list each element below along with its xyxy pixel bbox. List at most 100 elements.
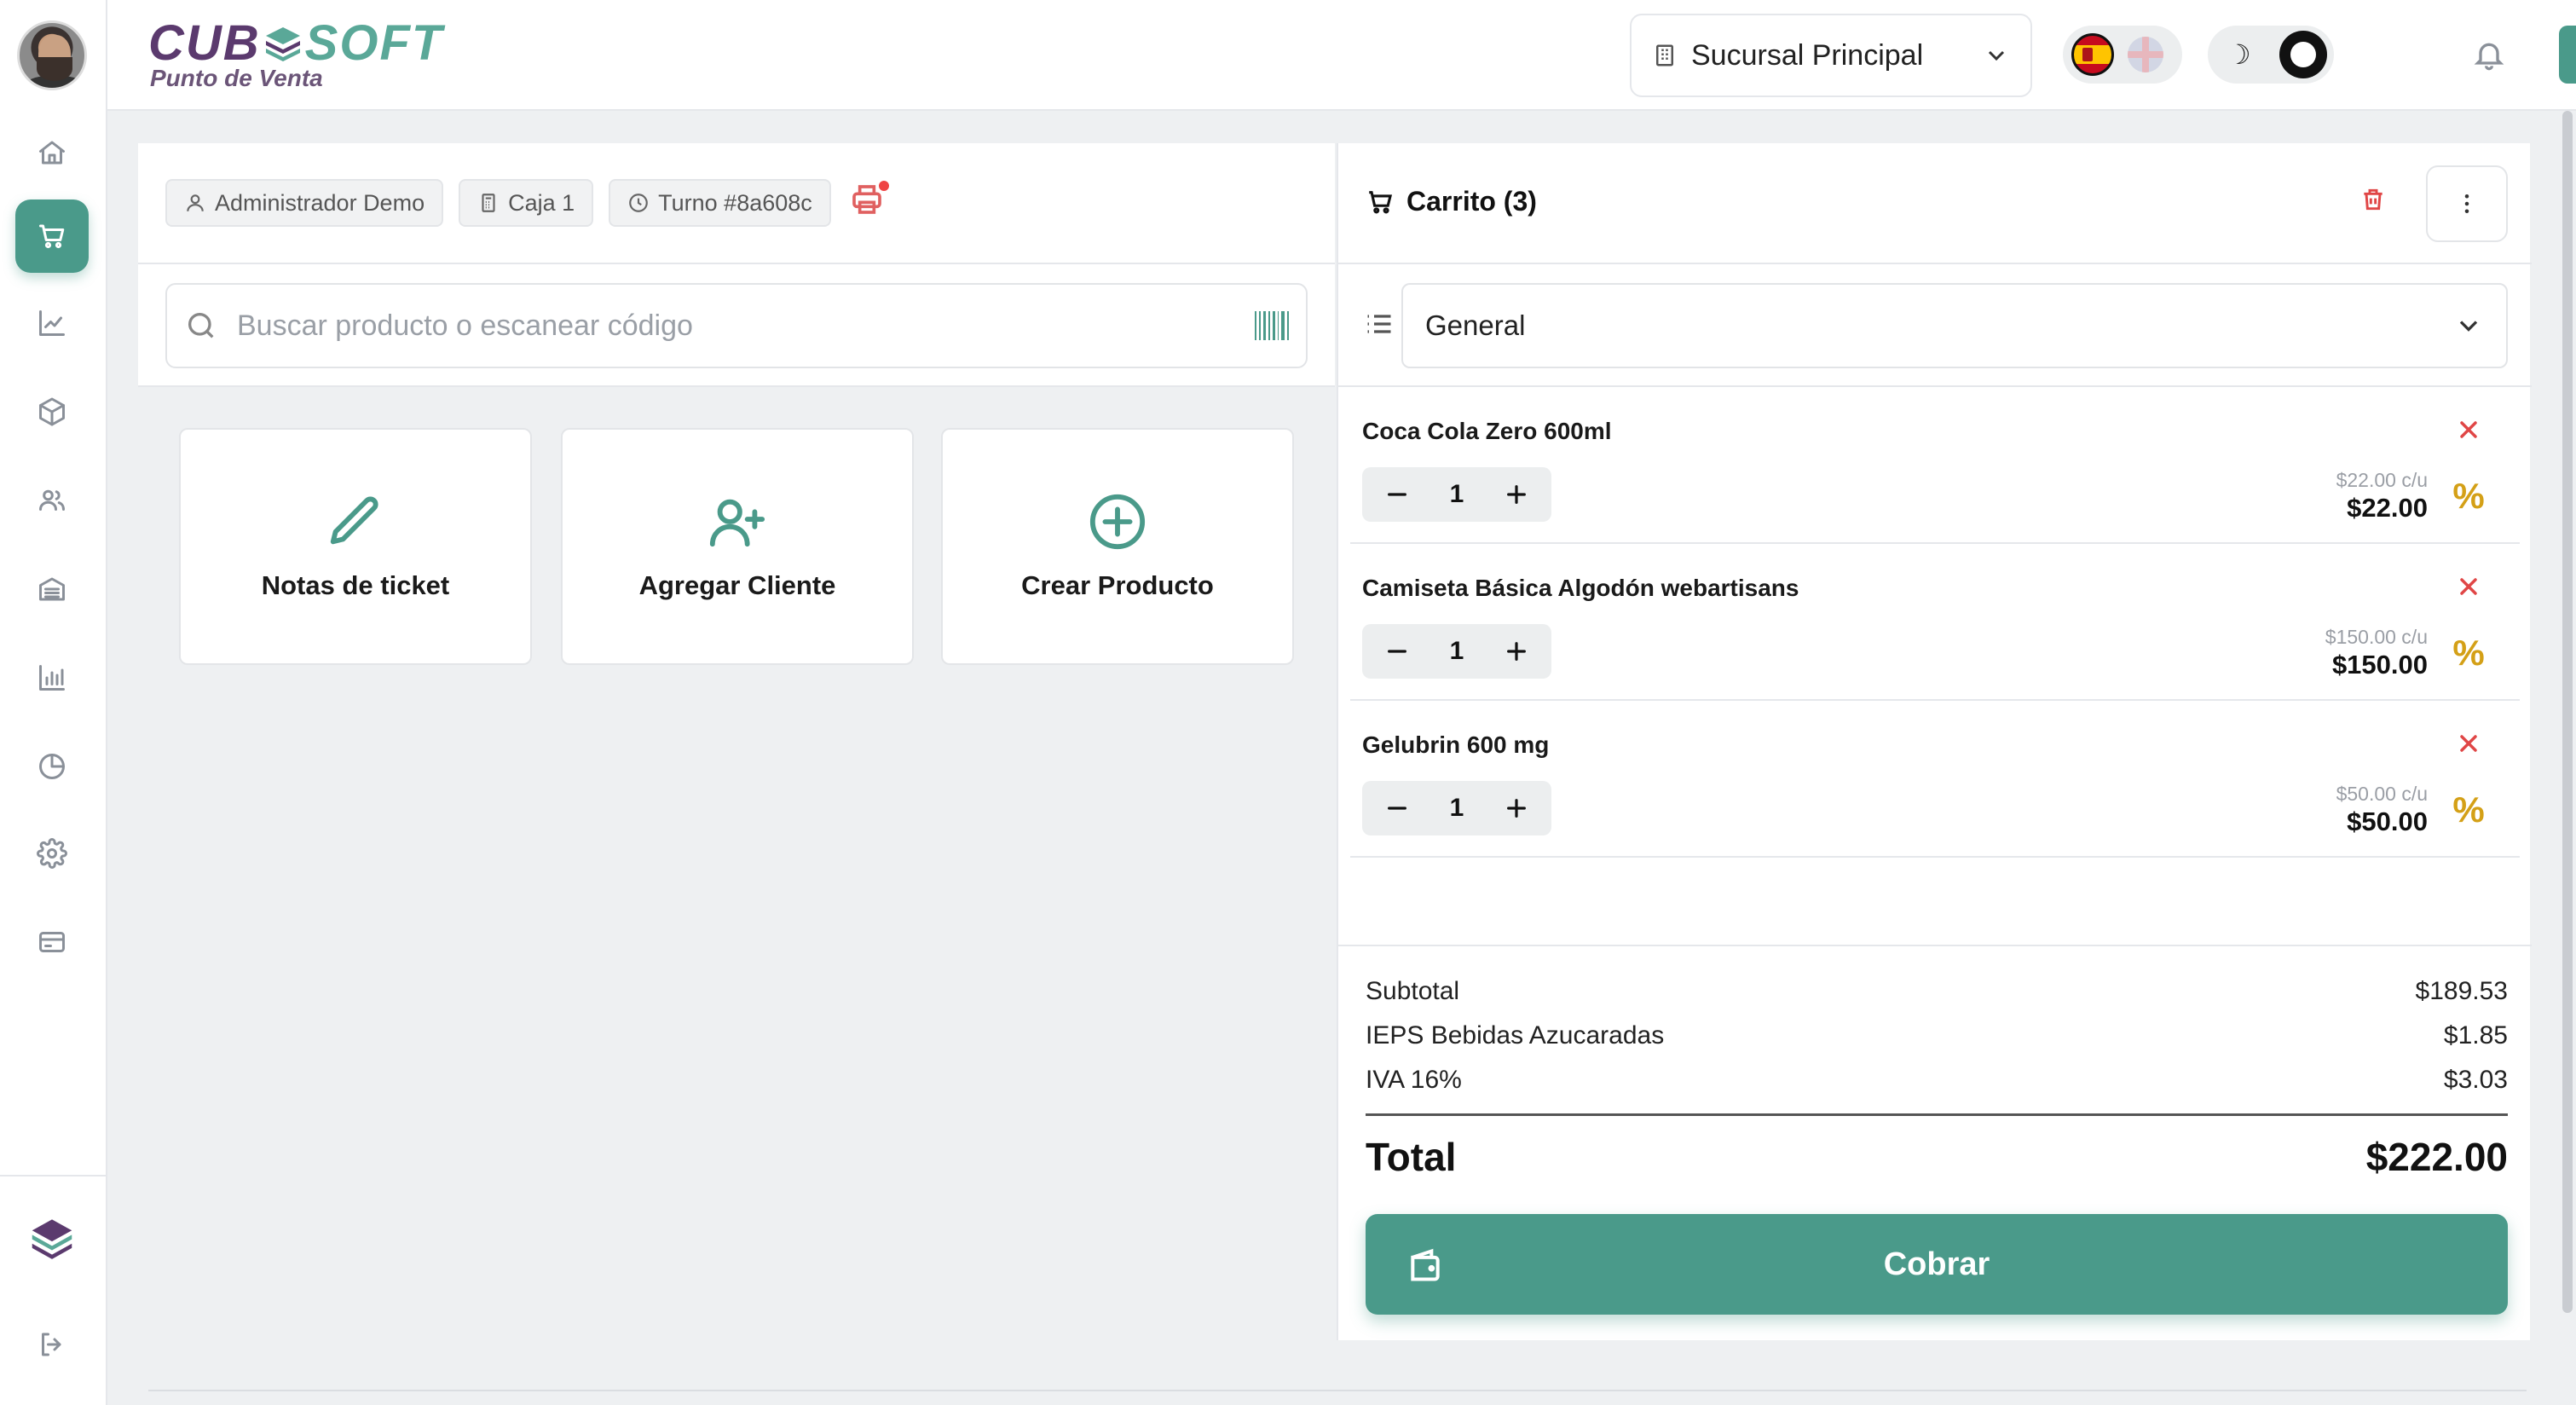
- discount-button[interactable]: %: [2452, 792, 2486, 828]
- sidebar-item-settings[interactable]: [15, 817, 89, 890]
- cart-item: Gelubrin 600 mg 1 $50.00 c/u $50.00 %: [1350, 701, 2520, 858]
- chevron-down-icon: [1988, 50, 2005, 61]
- cube-logo-icon: [32, 1219, 72, 1259]
- quantity-stepper: 1: [1362, 467, 1551, 522]
- decrease-qty-button[interactable]: [1367, 785, 1427, 831]
- remove-item-button[interactable]: [2455, 730, 2484, 759]
- sidebar-item-inventory[interactable]: [15, 375, 89, 448]
- sidebar-item-analytics[interactable]: [15, 730, 89, 803]
- sidebar-item-sales[interactable]: [15, 286, 89, 360]
- charge-button[interactable]: Cobrar: [1366, 1214, 2508, 1315]
- trash-icon: [2364, 188, 2383, 211]
- cart-icon: [1369, 190, 1393, 213]
- sidebar-item-home[interactable]: [15, 116, 89, 189]
- line-total: $22.00: [2347, 493, 2428, 523]
- sidebar-item-customers[interactable]: [15, 464, 89, 537]
- quantity-value[interactable]: 1: [1450, 637, 1464, 666]
- moon-icon[interactable]: ☽: [2227, 38, 2251, 71]
- logout-button[interactable]: [15, 1308, 89, 1381]
- quantity-value[interactable]: 1: [1450, 480, 1464, 509]
- decrease-qty-button[interactable]: [1367, 628, 1427, 674]
- subtotal-row: Subtotal $189.53: [1366, 977, 2508, 1006]
- cart-title: Carrito (3): [1366, 186, 1537, 217]
- register-chip-label: Caja 1: [508, 189, 575, 216]
- wallet-icon: [1411, 1248, 1440, 1281]
- box-icon: [39, 397, 65, 426]
- price-list-value: General: [1425, 309, 1526, 341]
- logout-icon: [42, 1333, 61, 1356]
- user-chip: Administrador Demo: [165, 179, 444, 227]
- line-total: $150.00: [2331, 650, 2428, 679]
- shift-chip: Turno #8a608c: [609, 179, 831, 227]
- unit-price: $50.00 c/u: [2336, 783, 2428, 805]
- increase-qty-button[interactable]: [1487, 785, 1546, 831]
- total-label: Total: [1366, 1135, 1457, 1179]
- clear-cart-button[interactable]: [2359, 186, 2390, 217]
- logo-text-right: SOFT: [304, 15, 444, 71]
- minus-icon: [1388, 807, 1406, 810]
- logo-text-left: CUB: [148, 15, 261, 71]
- create-product-label: Crear Producto: [1021, 570, 1214, 600]
- bell-icon[interactable]: [2472, 38, 2506, 72]
- remove-item-button[interactable]: [2455, 573, 2484, 602]
- price-list-select[interactable]: General: [1401, 283, 2508, 368]
- search-input[interactable]: [237, 309, 1255, 343]
- price-list-row: General: [1338, 264, 2532, 387]
- sidebar-item-billing[interactable]: [15, 905, 89, 979]
- logo-subtitle: Punto de Venta: [150, 65, 323, 91]
- unit-price: $22.00 c/u: [2336, 469, 2428, 491]
- increase-qty-button[interactable]: [1487, 628, 1546, 674]
- quantity-stepper: 1: [1362, 624, 1551, 679]
- search-section: [138, 264, 1335, 387]
- minus-icon: [1388, 493, 1406, 496]
- subtotal-label: Subtotal: [1366, 977, 1460, 1005]
- discount-button[interactable]: %: [2452, 635, 2486, 671]
- sun-icon[interactable]: [2279, 31, 2327, 78]
- pie-chart-icon: [39, 754, 65, 779]
- ticket-notes-button[interactable]: Notas de ticket: [179, 428, 532, 665]
- register-chip: Caja 1: [459, 179, 594, 227]
- plus-icon: [1507, 642, 1526, 661]
- close-icon: [2460, 578, 2477, 595]
- sidebar-item-warehouse[interactable]: [15, 552, 89, 626]
- cart-more-button[interactable]: [2426, 165, 2508, 242]
- discount-button[interactable]: %: [2452, 478, 2486, 514]
- user-menu-button[interactable]: [2559, 26, 2576, 84]
- spain-flag-icon[interactable]: [2071, 33, 2114, 76]
- minus-icon: [1388, 650, 1406, 653]
- close-icon: [2460, 421, 2477, 438]
- search-icon: [188, 313, 214, 338]
- cart-item-name: Camiseta Básica Algodón webartisans: [1362, 575, 1799, 601]
- trend-icon: [39, 310, 65, 336]
- ticket-notes-label: Notas de ticket: [261, 570, 450, 600]
- theme-switcher: ☽: [2208, 26, 2334, 84]
- user-icon: [187, 194, 204, 211]
- plus-icon: [1507, 799, 1526, 818]
- add-customer-button[interactable]: Agregar Cliente: [561, 428, 914, 665]
- sidebar-brand-logo: [15, 1200, 89, 1274]
- quantity-value[interactable]: 1: [1450, 794, 1464, 823]
- avatar[interactable]: [17, 20, 87, 90]
- gear-icon: [37, 838, 67, 869]
- language-switcher: [2063, 26, 2182, 84]
- branch-select[interactable]: Sucursal Principal: [1630, 14, 2032, 97]
- bar-chart-icon: [39, 665, 65, 691]
- cart-panel: Carrito (3) General Coca Cola Zero 600ml…: [1337, 143, 2532, 1340]
- home-icon: [39, 141, 65, 165]
- printer-button[interactable]: [850, 179, 891, 223]
- cart-icon: [39, 224, 65, 249]
- printer-status-dot: [876, 179, 891, 193]
- remove-item-button[interactable]: [2455, 416, 2484, 445]
- app-logo: CUB SOFT: [148, 19, 443, 68]
- page-scrollbar[interactable]: [2562, 111, 2573, 1313]
- decrease-qty-button[interactable]: [1367, 471, 1427, 517]
- subtotal-value: $189.53: [2415, 977, 2508, 1005]
- sidebar-item-reports[interactable]: [15, 641, 89, 714]
- create-product-button[interactable]: Crear Producto: [941, 428, 1294, 665]
- sidebar-item-pos[interactable]: [15, 199, 89, 273]
- cart-item-name: Coca Cola Zero 600ml: [1362, 418, 1612, 444]
- barcode-icon[interactable]: [1255, 311, 1290, 340]
- uk-flag-icon[interactable]: [2128, 37, 2163, 72]
- list-icon: [1367, 315, 1391, 333]
- increase-qty-button[interactable]: [1487, 471, 1546, 517]
